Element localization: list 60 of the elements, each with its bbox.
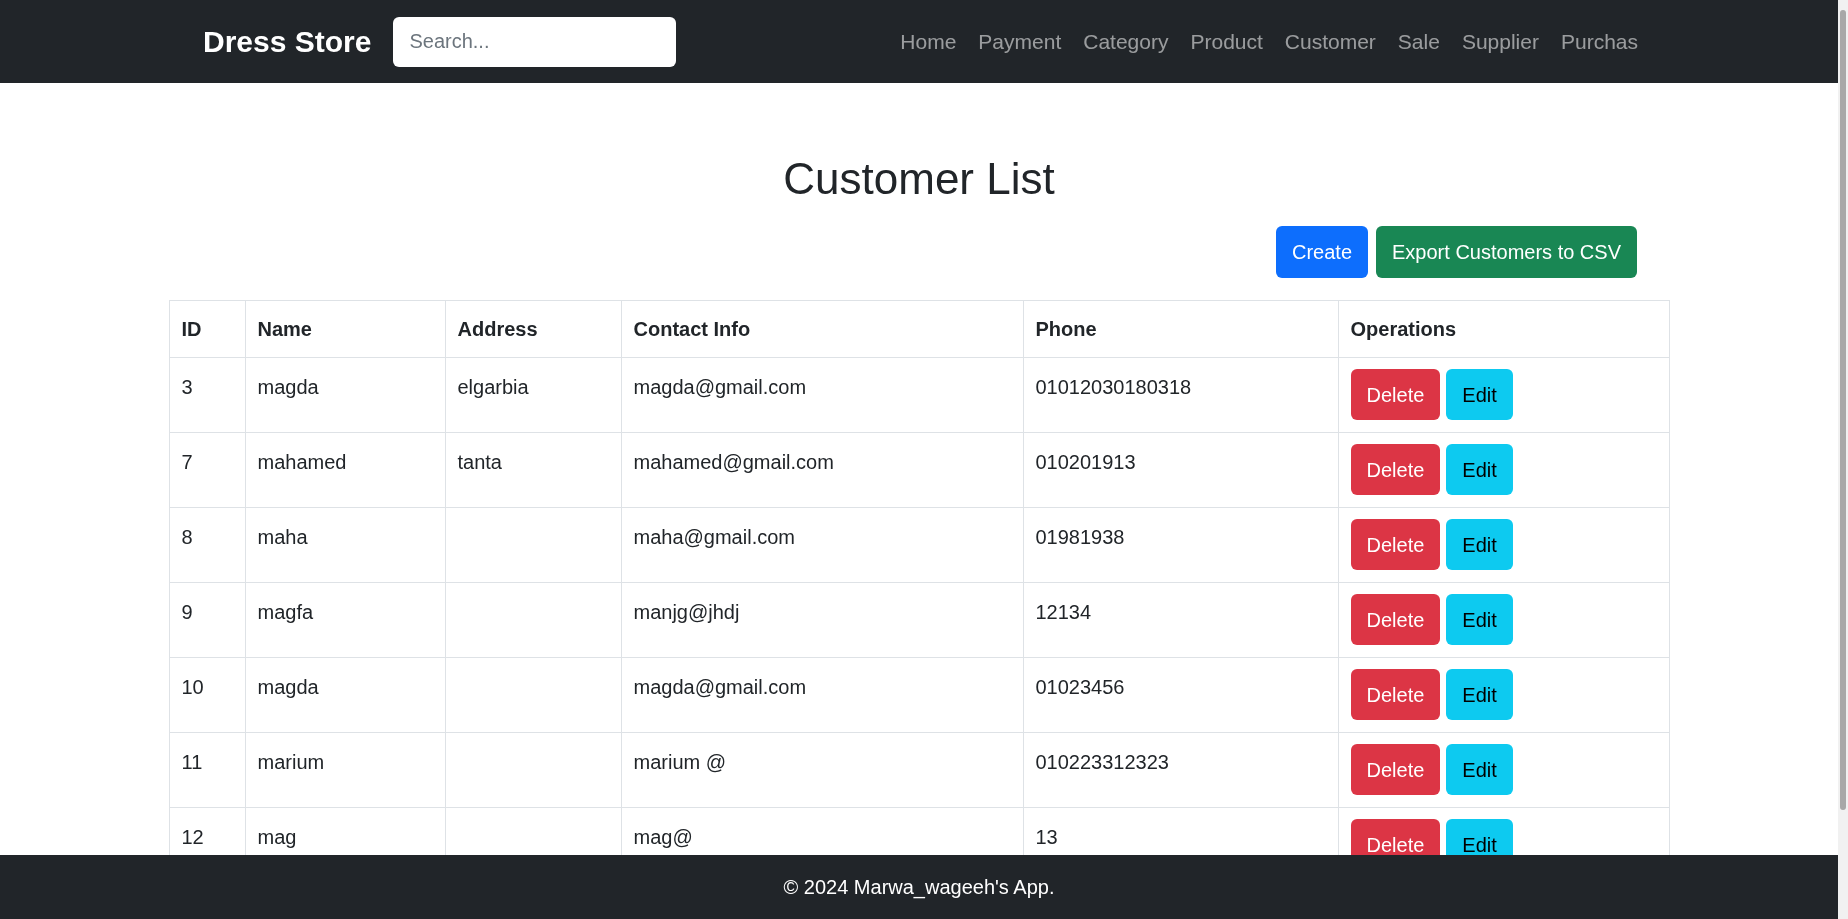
delete-button[interactable]: Delete: [1350, 444, 1441, 495]
delete-button[interactable]: Delete: [1350, 519, 1441, 570]
table-cell: magda: [245, 357, 445, 433]
delete-button[interactable]: Delete: [1350, 819, 1441, 855]
column-header: Contact Info: [621, 300, 1023, 358]
table-cell: 3: [169, 357, 245, 433]
delete-button[interactable]: Delete: [1350, 369, 1441, 420]
brand[interactable]: Dress Store: [203, 19, 372, 64]
table-cell: 01023456: [1023, 657, 1338, 733]
edit-button[interactable]: Edit: [1446, 669, 1513, 720]
edit-button[interactable]: Edit: [1446, 819, 1513, 855]
table-cell: 010201913: [1023, 432, 1338, 508]
nav-link[interactable]: Sale: [1397, 25, 1440, 58]
table-cell: manjg@jhdj: [621, 582, 1023, 658]
footer-text: © 2024 Marwa_wageeh's App.: [783, 875, 1055, 901]
table-cell: tanta: [445, 432, 621, 508]
table-cell: 11: [169, 732, 245, 808]
table-cell: mahamed: [245, 432, 445, 508]
edit-button[interactable]: Edit: [1446, 369, 1513, 420]
search-field[interactable]: Search...: [393, 16, 677, 67]
table-cell: 12134: [1023, 582, 1338, 658]
table-cell: 9: [169, 582, 245, 658]
table-cell: 7: [169, 432, 245, 508]
table-cell: maha@gmail.com: [621, 507, 1023, 583]
nav-link[interactable]: Customer: [1284, 25, 1376, 58]
edit-button[interactable]: Edit: [1446, 744, 1513, 795]
page-title: Customer List: [783, 153, 1055, 205]
nav-link[interactable]: Category: [1083, 25, 1169, 58]
table-cell: elgarbia: [445, 357, 621, 433]
delete-button[interactable]: Delete: [1350, 744, 1441, 795]
table-cell: magda@gmail.com: [621, 657, 1023, 733]
nav-link[interactable]: Payment: [978, 25, 1062, 58]
table-cell: marium @: [621, 732, 1023, 808]
nav-link[interactable]: Product: [1190, 25, 1263, 58]
nav-link[interactable]: Home: [900, 25, 957, 58]
table-cell: 10: [169, 657, 245, 733]
delete-button[interactable]: Delete: [1350, 594, 1441, 645]
column-header: Name: [245, 300, 445, 358]
action-button[interactable]: Export Customers to CSV: [1376, 226, 1637, 278]
table-cell: maha: [245, 507, 445, 583]
delete-button[interactable]: Delete: [1350, 669, 1441, 720]
table-cell: 010223312323: [1023, 732, 1338, 808]
table-cell: 8: [169, 507, 245, 583]
table-cell: 01981938: [1023, 507, 1338, 583]
edit-button[interactable]: Edit: [1446, 594, 1513, 645]
column-header: Phone: [1023, 300, 1338, 358]
table-cell: magfa: [245, 582, 445, 658]
column-header: Operations: [1338, 300, 1669, 358]
column-header: ID: [169, 300, 245, 358]
nav-link[interactable]: Purchas: [1560, 25, 1638, 58]
table-cell: mahamed@gmail.com: [621, 432, 1023, 508]
table-cell: magda@gmail.com: [621, 357, 1023, 433]
table-cell: marium: [245, 732, 445, 808]
edit-button[interactable]: Edit: [1446, 519, 1513, 570]
table-cell: magda: [245, 657, 445, 733]
nav-link[interactable]: Supplier: [1461, 25, 1539, 58]
table-cell: 01012030180318: [1023, 357, 1338, 433]
edit-button[interactable]: Edit: [1446, 444, 1513, 495]
column-header: Address: [445, 300, 621, 358]
action-button[interactable]: Create: [1276, 226, 1369, 278]
